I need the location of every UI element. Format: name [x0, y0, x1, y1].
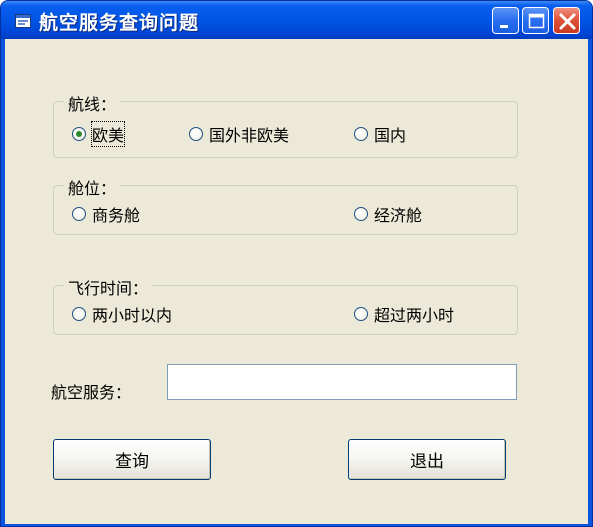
- minimize-icon: [500, 25, 508, 28]
- close-button[interactable]: [553, 7, 580, 34]
- route-option-europe-america[interactable]: 欧美: [72, 121, 126, 147]
- form-client-area: 航线： 欧美 国外非欧美 国内 舱位： 商务舱 经济舱 飞行时间： 两小时以内 …: [5, 39, 588, 524]
- maximize-icon: [528, 13, 545, 29]
- flight-time-option-label: 两小时以内: [92, 306, 173, 325]
- route-option-label: 国内: [374, 126, 407, 145]
- route-option-label: 欧美: [90, 121, 126, 147]
- app-window-icon: [15, 13, 31, 28]
- route-option-label: 国外非欧美: [209, 126, 290, 145]
- radio-unchecked-icon[interactable]: [189, 127, 203, 141]
- query-button[interactable]: 查询: [53, 439, 211, 480]
- cabin-group-label: 舱位：: [64, 175, 121, 199]
- flight-time-option-over-two-hours[interactable]: 超过两小时: [354, 302, 454, 326]
- radio-checked-icon[interactable]: [72, 127, 86, 141]
- maximize-button[interactable]: [522, 7, 549, 34]
- cabin-option-business[interactable]: 商务舱: [72, 202, 140, 226]
- route-option-domestic[interactable]: 国内: [354, 122, 406, 146]
- cabin-option-economy[interactable]: 经济舱: [354, 202, 422, 226]
- route-option-overseas-non-euro[interactable]: 国外非欧美: [189, 122, 289, 146]
- title-bar[interactable]: 航空服务查询问题: [1, 1, 592, 39]
- route-group-label: 航线：: [64, 91, 121, 115]
- service-field-label: 航空服务：: [51, 383, 132, 402]
- close-icon: [559, 13, 576, 30]
- cabin-option-label: 经济舱: [374, 206, 423, 225]
- app-window: 航空服务查询问题 航线： 欧美 国外非欧美 国内 舱位： 商务舱 经济舱 飞行时…: [0, 0, 593, 527]
- radio-unchecked-icon[interactable]: [72, 207, 86, 221]
- radio-unchecked-icon[interactable]: [354, 307, 368, 321]
- service-result-field[interactable]: [167, 364, 517, 400]
- flight-time-group-label: 飞行时间：: [64, 275, 153, 299]
- radio-unchecked-icon[interactable]: [354, 207, 368, 221]
- radio-unchecked-icon[interactable]: [354, 127, 368, 141]
- exit-button[interactable]: 退出: [348, 439, 506, 480]
- cabin-group: 舱位： 商务舱 经济舱: [53, 175, 518, 235]
- minimize-button[interactable]: [492, 7, 519, 34]
- window-title: 航空服务查询问题: [39, 12, 200, 34]
- route-group: 航线： 欧美 国外非欧美 国内: [53, 91, 518, 158]
- cabin-option-label: 商务舱: [92, 206, 141, 225]
- radio-unchecked-icon[interactable]: [72, 307, 86, 321]
- flight-time-group: 飞行时间： 两小时以内 超过两小时: [53, 275, 518, 335]
- flight-time-option-within-two-hours[interactable]: 两小时以内: [72, 302, 172, 326]
- flight-time-option-label: 超过两小时: [374, 306, 455, 325]
